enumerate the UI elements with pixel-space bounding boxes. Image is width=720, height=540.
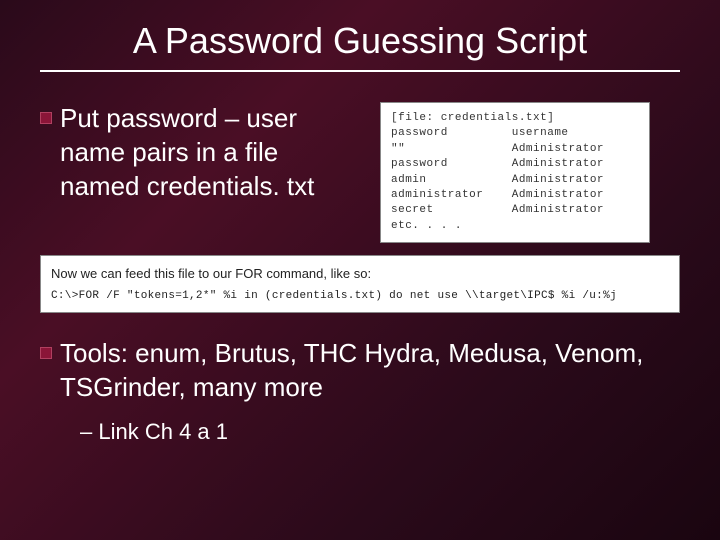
sub-bullet-text: Link Ch 4 a 1: [80, 419, 228, 444]
bullet-text-1: Put password – user name pairs in a file…: [60, 102, 360, 203]
bullet-marker-icon: [40, 112, 52, 124]
command-box: Now we can feed this file to our FOR com…: [40, 255, 680, 313]
command-code: C:\>FOR /F "tokens=1,2*" %i in (credenti…: [51, 288, 669, 305]
command-description: Now we can feed this file to our FOR com…: [51, 264, 669, 284]
title-underline: [40, 70, 680, 72]
content-row-1: Put password – user name pairs in a file…: [40, 102, 680, 243]
bullet-text-2: Tools: enum, Brutus, THC Hydra, Medusa, …: [60, 337, 680, 405]
bullet-marker-icon: [40, 347, 52, 359]
sub-bullet-1: Link Ch 4 a 1: [80, 419, 680, 445]
bullet-item-1: Put password – user name pairs in a file…: [40, 102, 360, 203]
slide-title: A Password Guessing Script: [40, 20, 680, 62]
bullet-item-2: Tools: enum, Brutus, THC Hydra, Medusa, …: [40, 337, 680, 405]
slide-container: A Password Guessing Script Put password …: [0, 0, 720, 465]
credentials-file-box: [file: credentials.txt] password usernam…: [380, 102, 650, 243]
